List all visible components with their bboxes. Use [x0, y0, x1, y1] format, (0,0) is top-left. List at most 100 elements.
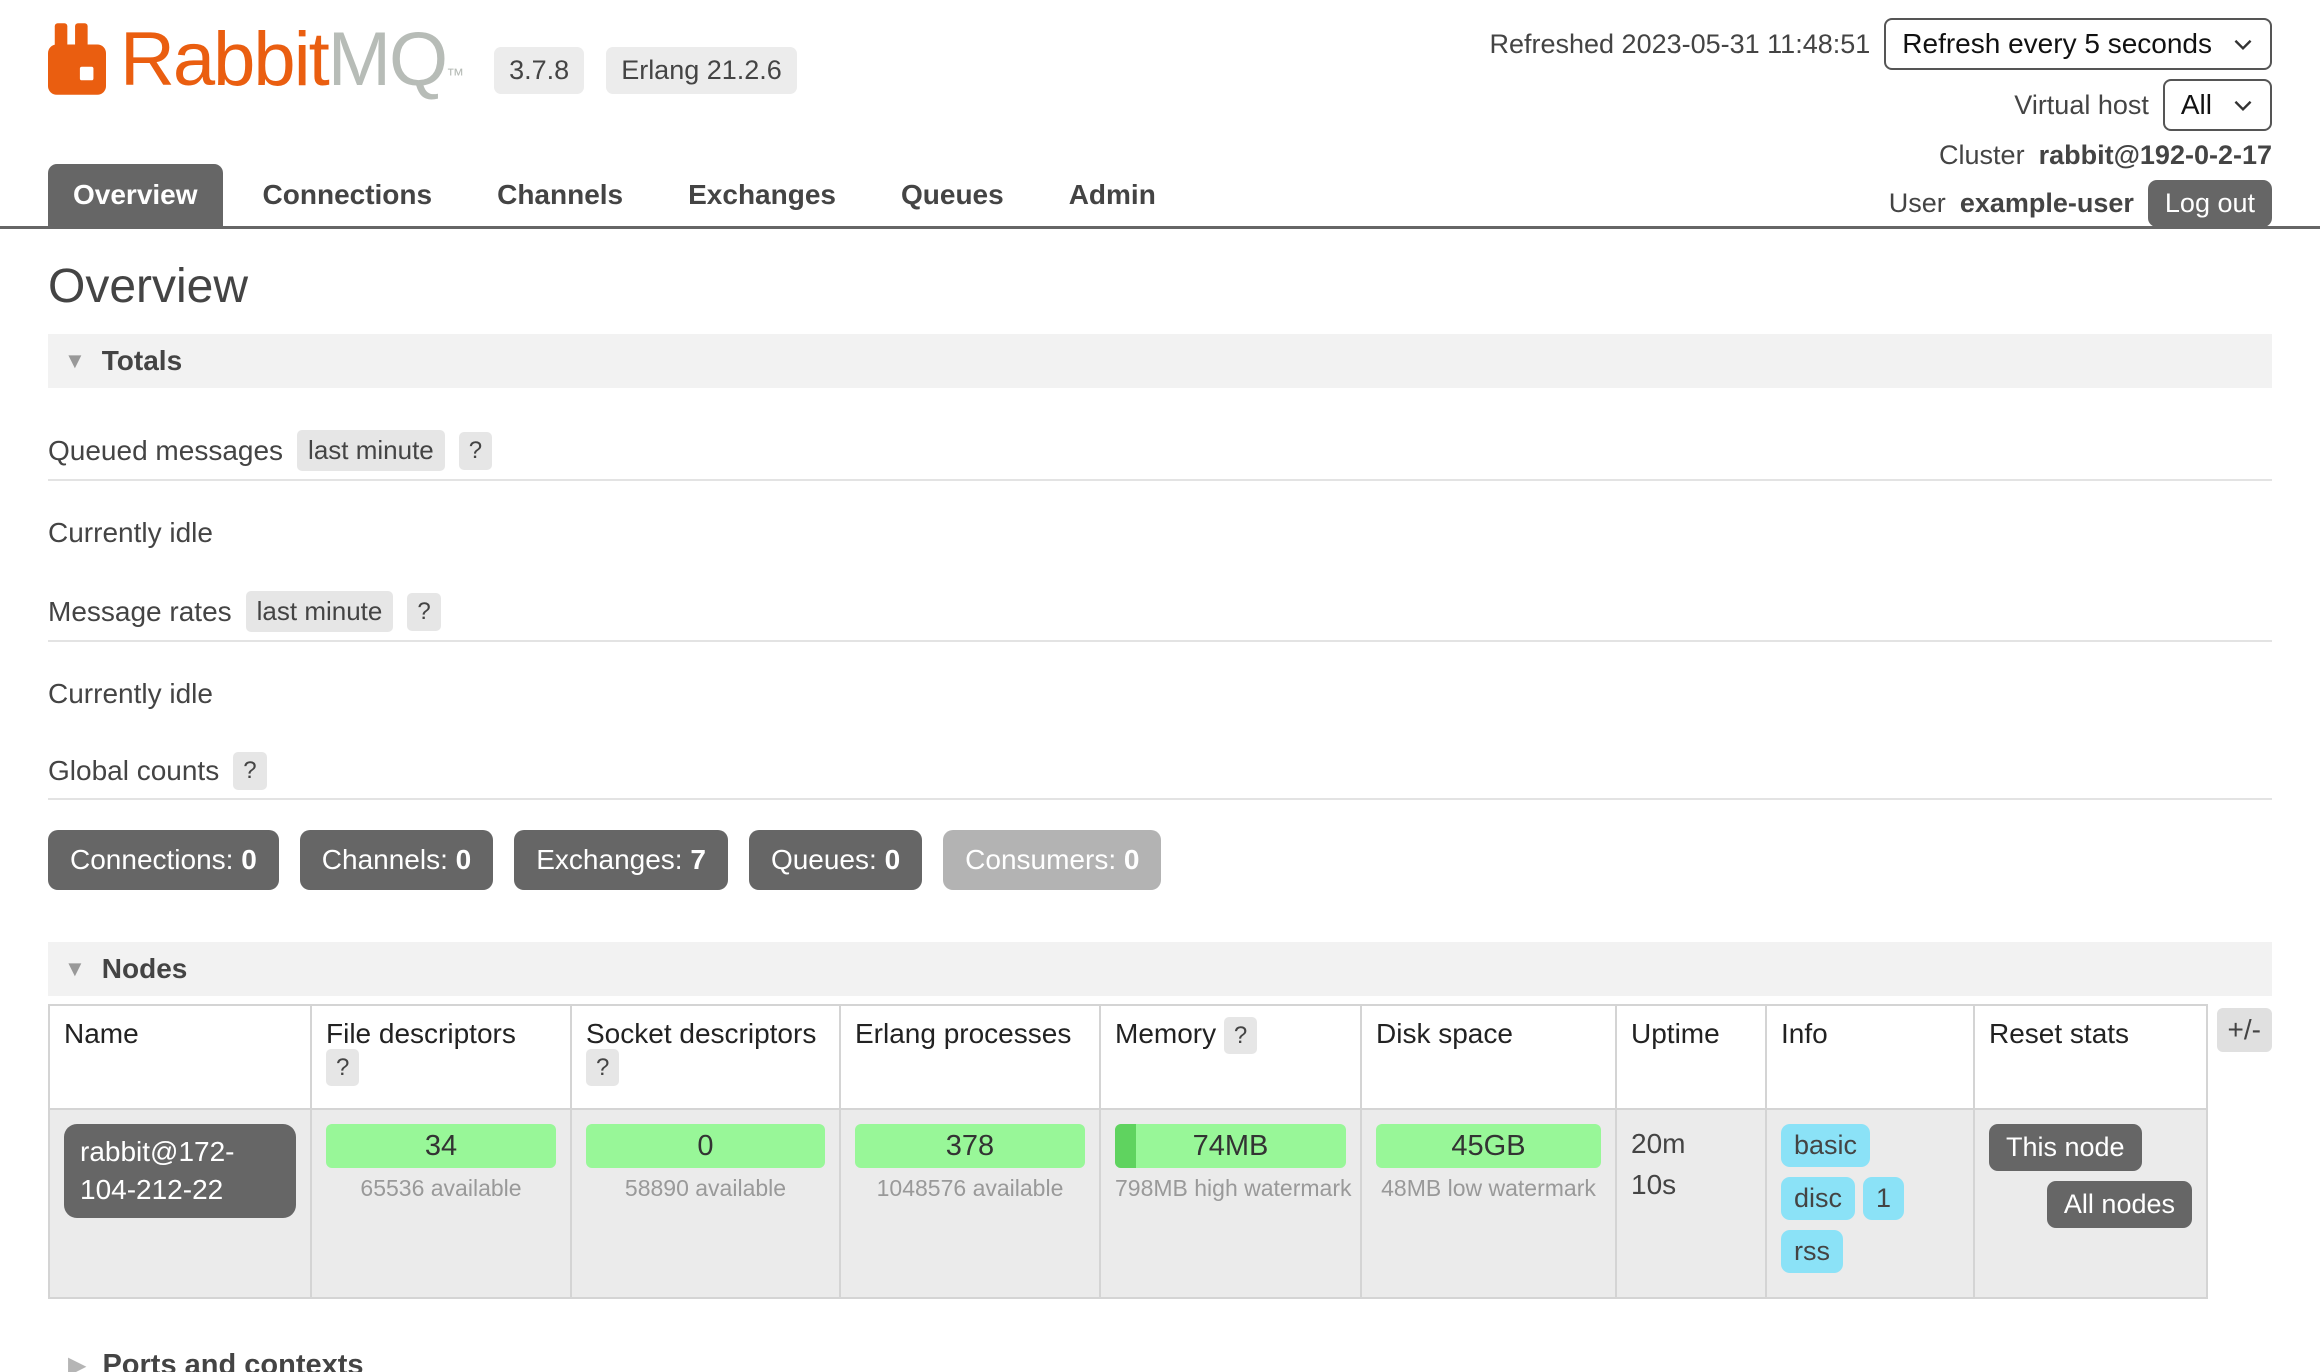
consumers-count-label: Consumers: [965, 844, 1116, 875]
col-reset-stats-label: Reset stats [1989, 1018, 2129, 1049]
message-rates-label: Message rates [48, 596, 232, 628]
channels-count-badge[interactable]: Channels: 0 [300, 830, 493, 890]
reset-this-node-button[interactable]: This node [1989, 1124, 2142, 1171]
col-name-label: Name [64, 1018, 139, 1049]
node-name-badge[interactable]: rabbit@172-104-212-22 [64, 1124, 296, 1218]
socket-descriptors-note: 58890 available [586, 1175, 825, 1202]
chevron-down-icon [2230, 92, 2256, 118]
tab-exchanges[interactable]: Exchanges [663, 164, 861, 226]
col-socket-descriptors-label: Socket descriptors [586, 1018, 816, 1049]
erlang-processes-value: 378 [855, 1124, 1085, 1168]
help-icon[interactable]: ? [459, 432, 492, 470]
col-file-descriptors-label: File descriptors [326, 1018, 516, 1049]
exchanges-count-label: Exchanges: [536, 844, 682, 875]
logout-button[interactable]: Log out [2148, 180, 2272, 227]
col-info-label: Info [1781, 1018, 1828, 1049]
column-toggle-button[interactable]: +/- [2217, 1008, 2272, 1052]
col-erlang-processes-label: Erlang processes [855, 1018, 1071, 1049]
col-socket-descriptors: Socket descriptors ? [571, 1005, 840, 1109]
totals-section-header[interactable]: ▼ Totals [48, 334, 2272, 388]
connections-count-value: 0 [241, 844, 257, 875]
cluster-row: Cluster rabbit@192-0-2-17 [1939, 140, 2272, 171]
node-name-cell: rabbit@172-104-212-22 [49, 1109, 311, 1298]
col-uptime-label: Uptime [1631, 1018, 1720, 1049]
virtual-host-select[interactable]: All [2163, 79, 2272, 131]
reset-all-nodes-button[interactable]: All nodes [2047, 1181, 2192, 1228]
collapse-triangle-icon: ▼ [64, 348, 86, 374]
virtual-host-row: Virtual host All [2014, 79, 2272, 131]
help-icon[interactable]: ? [586, 1049, 619, 1086]
socket-descriptors-cell: 0 58890 available [571, 1109, 840, 1298]
memory-note: 798MB high watermark [1115, 1175, 1346, 1202]
info-cell: basicdisc1rss [1766, 1109, 1974, 1298]
erlang-version-badge: Erlang 21.2.6 [606, 47, 797, 94]
virtual-host-value: All [2181, 89, 2212, 121]
file-descriptors-cell: 34 65536 available [311, 1109, 571, 1298]
refresh-interval-select[interactable]: Refresh every 5 seconds [1884, 18, 2272, 70]
nodes-table-wrap: +/- Name File descriptors ? Socket descr… [48, 1004, 2272, 1299]
ports-and-contexts-section[interactable]: ▶ Ports and contexts [68, 1349, 2272, 1372]
user-name: example-user [1960, 188, 2134, 219]
memory-value: 74MB [1115, 1124, 1346, 1168]
tab-channels[interactable]: Channels [472, 164, 648, 226]
help-icon[interactable]: ? [407, 593, 440, 631]
col-erlang-processes: Erlang processes [840, 1005, 1100, 1109]
refreshed-timestamp: Refreshed 2023-05-31 11:48:51 [1489, 29, 1870, 60]
page-title: Overview [48, 259, 2272, 314]
exchanges-count-badge[interactable]: Exchanges: 7 [514, 830, 728, 890]
nodes-table: Name File descriptors ? Socket descripto… [48, 1004, 2208, 1299]
uptime-line2: 10s [1631, 1165, 1751, 1206]
col-memory-label: Memory [1115, 1018, 1216, 1049]
help-icon[interactable]: ? [233, 752, 266, 790]
rabbitmq-logo-icon [48, 22, 106, 96]
global-counts-heading: Global counts ? [48, 752, 2272, 800]
queues-count-badge[interactable]: Queues: 0 [749, 830, 922, 890]
memory-bar: 74MB [1115, 1124, 1346, 1168]
queued-range-chip[interactable]: last minute [297, 430, 445, 471]
uptime-cell: 20m 10s [1616, 1109, 1766, 1298]
info-badge-rss: rss [1781, 1230, 1843, 1273]
user-row: User example-user Log out [1889, 180, 2272, 227]
disk-space-cell: 45GB 48MB low watermark [1361, 1109, 1616, 1298]
nodes-section-label: Nodes [102, 953, 188, 985]
reset-stats-cell: This node All nodes [1974, 1109, 2207, 1298]
queued-status-text: Currently idle [48, 517, 2272, 549]
tab-overview[interactable]: Overview [48, 164, 223, 226]
queues-count-value: 0 [885, 844, 901, 875]
connections-count-badge[interactable]: Connections: 0 [48, 830, 279, 890]
nodes-header-row: Name File descriptors ? Socket descripto… [49, 1005, 2207, 1109]
tab-connections[interactable]: Connections [238, 164, 458, 226]
consumers-count-badge[interactable]: Consumers: 0 [943, 830, 1161, 890]
tab-admin[interactable]: Admin [1044, 164, 1181, 226]
rates-range-chip[interactable]: last minute [246, 591, 394, 632]
header-right: Refreshed 2023-05-31 11:48:51 Refresh ev… [1489, 18, 2272, 227]
cluster-name: rabbit@192-0-2-17 [2039, 140, 2272, 171]
main-content: Overview ▼ Totals Queued messages last m… [0, 259, 2320, 1372]
erlang-processes-note: 1048576 available [855, 1175, 1085, 1202]
ports-and-contexts-label: Ports and contexts [102, 1349, 363, 1372]
disk-space-value: 45GB [1376, 1124, 1601, 1168]
version-badges: 3.7.8 Erlang 21.2.6 [494, 47, 797, 94]
rates-status-text: Currently idle [48, 678, 2272, 710]
help-icon[interactable]: ? [1224, 1017, 1257, 1054]
help-icon[interactable]: ? [326, 1049, 359, 1086]
file-descriptors-bar: 34 [326, 1124, 556, 1168]
message-rates-heading: Message rates last minute ? [48, 591, 2272, 642]
exchanges-count-value: 7 [690, 844, 706, 875]
erlang-processes-cell: 378 1048576 available [840, 1109, 1100, 1298]
connections-count-label: Connections: [70, 844, 233, 875]
col-name: Name [49, 1005, 311, 1109]
erlang-processes-bar: 378 [855, 1124, 1085, 1168]
tab-queues[interactable]: Queues [876, 164, 1029, 226]
refresh-row: Refreshed 2023-05-31 11:48:51 Refresh ev… [1489, 18, 2272, 70]
global-counts-label: Global counts [48, 755, 219, 787]
channels-count-label: Channels: [322, 844, 448, 875]
collapsed-sections: ▶ Ports and contexts ▶ Export definition… [48, 1349, 2272, 1372]
file-descriptors-value: 34 [326, 1124, 556, 1168]
nodes-section-header[interactable]: ▼ Nodes [48, 942, 2272, 996]
refresh-interval-value: Refresh every 5 seconds [1902, 28, 2212, 60]
col-disk-space-label: Disk space [1376, 1018, 1513, 1049]
chevron-down-icon [2230, 31, 2256, 57]
top-bar: RabbitMQ™ 3.7.8 Erlang 21.2.6 Refreshed … [0, 0, 2320, 144]
uptime-line1: 20m [1631, 1124, 1751, 1165]
